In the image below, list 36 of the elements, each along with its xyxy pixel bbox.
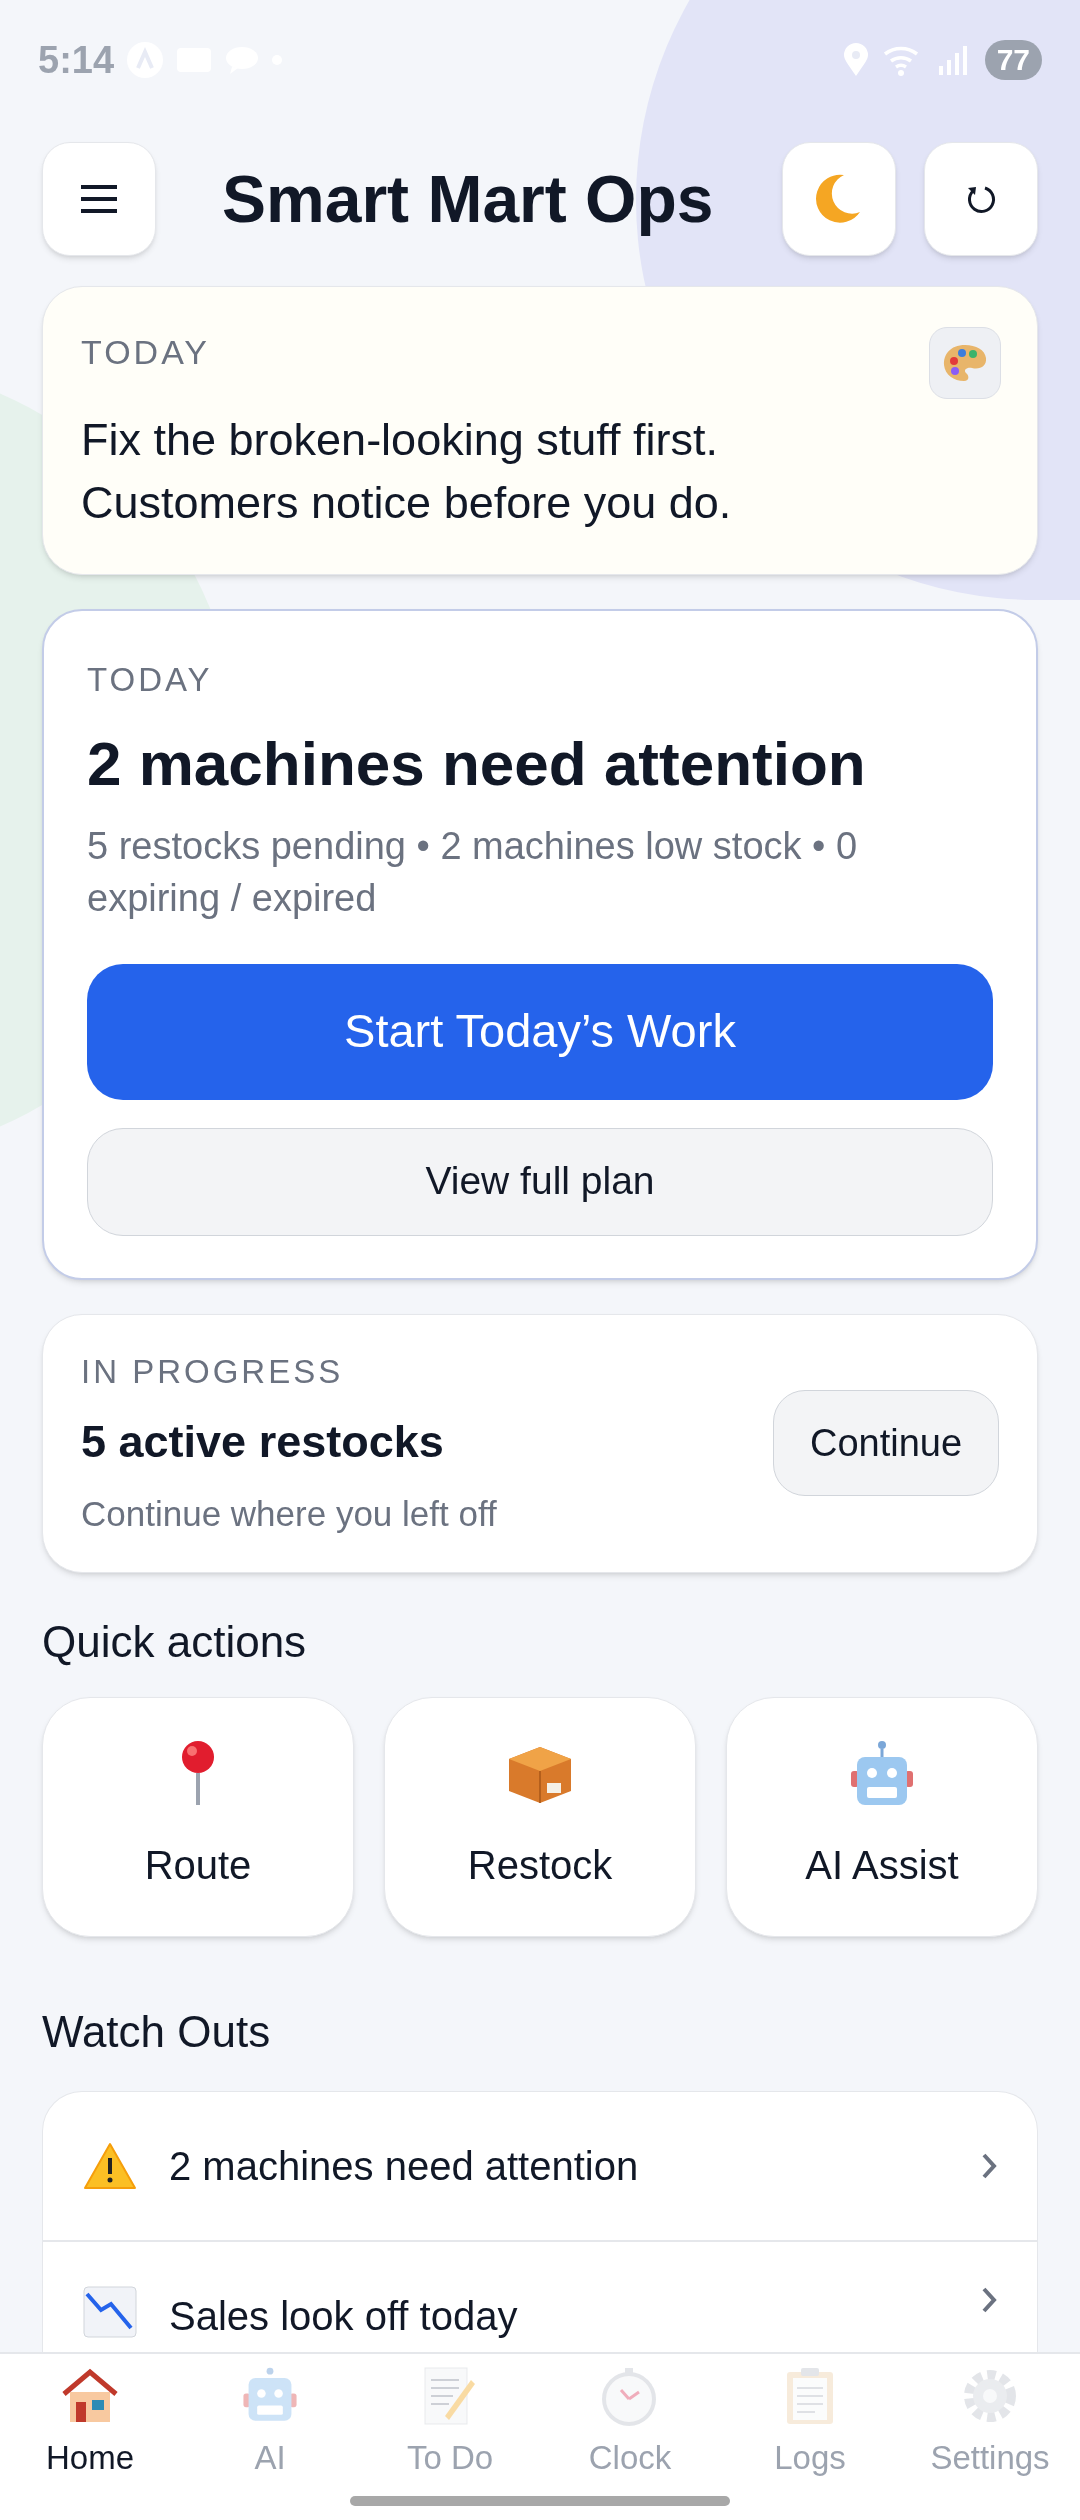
status-time: 5:14 (38, 37, 115, 83)
watch-out-text: Sales look off today (169, 2293, 519, 2340)
nav-tab[interactable]: Home (0, 2365, 180, 2483)
stopwatch-icon (601, 2366, 659, 2427)
memo-icon (423, 2366, 477, 2427)
progress-title: 5 active restocks (81, 1415, 445, 1469)
quick-action-tile[interactable]: AI Assist (726, 1697, 1038, 1937)
location-icon (842, 43, 869, 77)
view-plan-button[interactable]: View full plan (87, 1127, 993, 1236)
watch-out-text: 2 machines need attention (169, 2143, 640, 2190)
quick-action-tile[interactable]: Restock (384, 1697, 696, 1937)
watch-out-item[interactable]: 2 machines need attention (43, 2092, 1037, 2240)
quick-action-tile[interactable]: Route (42, 1697, 354, 1937)
chevron-right-icon (981, 2152, 997, 2180)
theme-toggle-button[interactable] (782, 142, 896, 256)
section-label: TODAY (87, 660, 214, 700)
start-work-button[interactable]: Start Today’s Work (87, 963, 993, 1100)
progress-subtitle: Continue where you left off (81, 1492, 498, 1535)
clipboard-icon (785, 2366, 835, 2427)
palette-button[interactable] (929, 327, 1001, 399)
menu-button[interactable] (42, 142, 156, 256)
palette-icon (942, 343, 988, 383)
section-heading: Quick actions (42, 1616, 308, 1668)
section-label: TODAY (81, 332, 210, 373)
app-title: Smart Mart Ops (222, 160, 715, 238)
chevron-right-icon (981, 2286, 997, 2314)
summary-subtitle: 5 restocks pending • 2 machines low stock • 0 expiring / expired (87, 823, 859, 921)
section-heading: Watch Outs (42, 2006, 272, 2058)
section-label: IN PROGRESS (81, 1351, 345, 1392)
menu-icon (81, 184, 117, 214)
continue-button[interactable]: Continue (773, 1390, 999, 1497)
chart-decreasing-icon (83, 2286, 137, 2338)
warning-icon (83, 2142, 137, 2190)
summary-title: 2 machines need attention (87, 727, 867, 800)
tip-text: Fix the broken-looking stuff first. Customers notice before you do. (81, 413, 733, 530)
house-icon (60, 2368, 120, 2425)
